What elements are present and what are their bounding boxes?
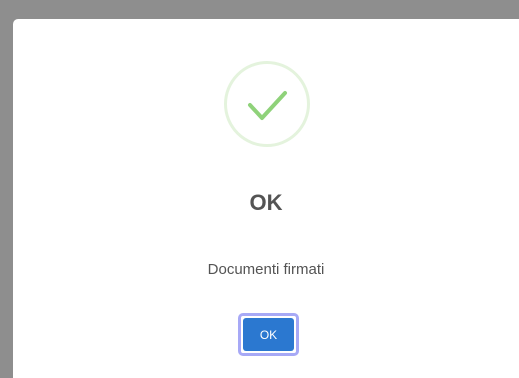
ok-button[interactable]: OK: [238, 313, 299, 356]
success-check-icon: [224, 61, 310, 147]
dialog-message: Documenti firmati: [207, 261, 325, 278]
checkmark-icon: [248, 91, 287, 120]
dialog-title: OK: [249, 190, 283, 215]
success-dialog: OK Documenti firmati OK: [13, 19, 519, 378]
ok-button-label: OK: [243, 318, 294, 351]
